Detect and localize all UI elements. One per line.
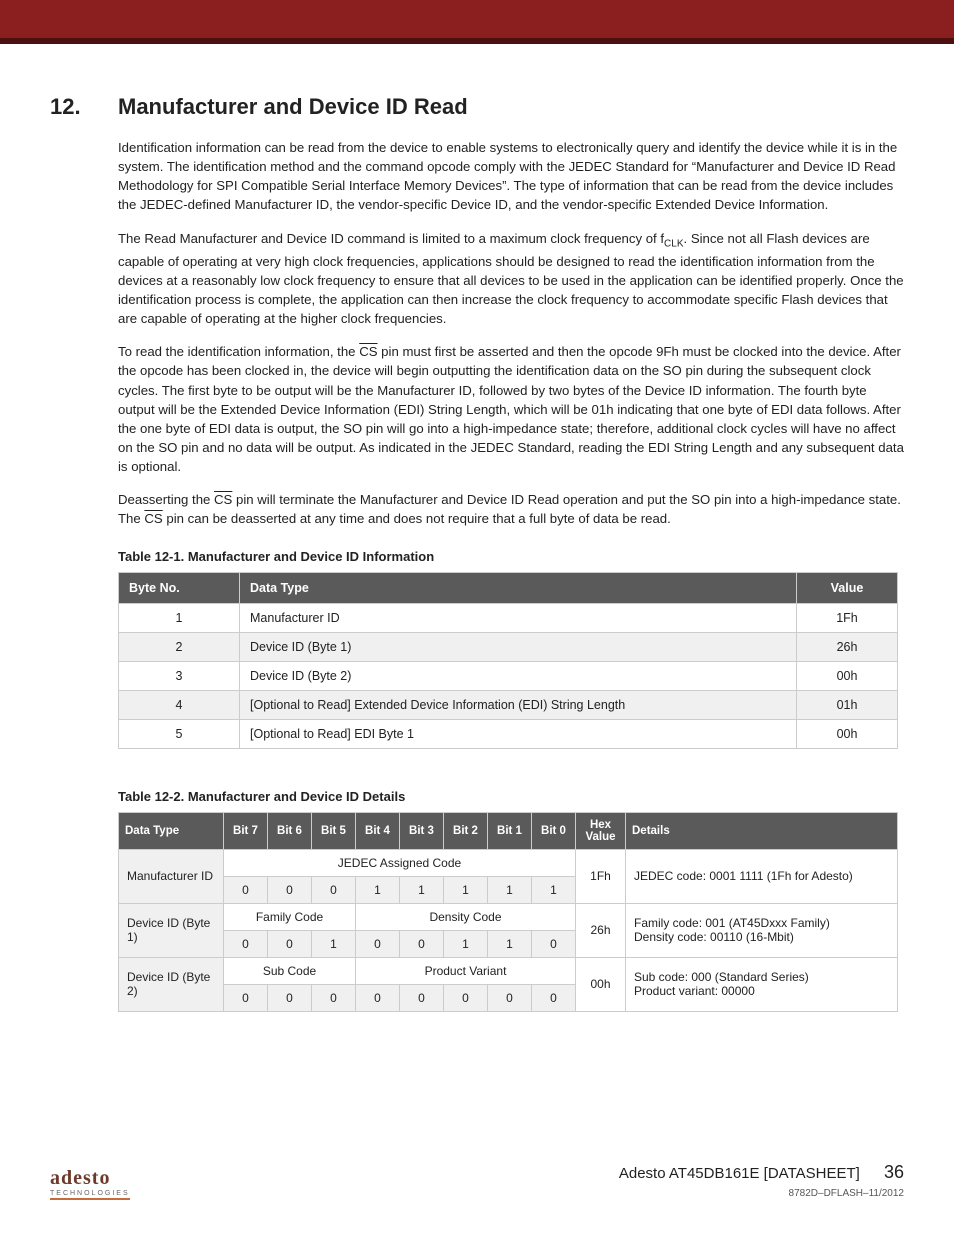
table-row: Device ID (Byte 2) Sub Code Product Vari… [119, 957, 898, 984]
t2-h-dt: Data Type [119, 812, 224, 849]
paragraph-4: Deasserting the CS pin will terminate th… [50, 490, 904, 528]
table-row: 1 Manufacturer ID 1Fh [119, 603, 898, 632]
table-row: Manufacturer ID JEDEC Assigned Code 1Fh … [119, 849, 898, 876]
section-title: Manufacturer and Device ID Read [118, 94, 468, 120]
t1-h-type: Data Type [240, 572, 797, 603]
t1-h-value: Value [797, 572, 898, 603]
adesto-logo: adesto [50, 1167, 130, 1190]
doc-id: 8782D–DFLASH–11/2012 [789, 1188, 904, 1199]
table-row: Device ID (Byte 1) Family Code Density C… [119, 903, 898, 930]
paragraph-3: To read the identification information, … [50, 342, 904, 476]
table-row: 4 [Optional to Read] Extended Device Inf… [119, 690, 898, 719]
t1-h-byte: Byte No. [119, 572, 240, 603]
table-12-2: Data Type Bit 7 Bit 6 Bit 5 Bit 4 Bit 3 … [118, 812, 898, 1012]
table1-caption: Table 12-1. Manufacturer and Device ID I… [50, 549, 904, 564]
paragraph-2: The Read Manufacturer and Device ID comm… [50, 229, 904, 329]
page-footer: adesto TECHNOLOGIES Adesto AT45DB161E [D… [0, 1162, 954, 1230]
table-12-1: Byte No. Data Type Value 1 Manufacturer … [118, 572, 898, 749]
header-bar [0, 0, 954, 44]
footer-right: Adesto AT45DB161E [DATASHEET] 36 8782D–D… [619, 1162, 904, 1200]
doc-title: Adesto AT45DB161E [DATASHEET] [619, 1165, 860, 1182]
page-content: 12. Manufacturer and Device ID Read Iden… [0, 44, 954, 1042]
table-row: 2 Device ID (Byte 1) 26h [119, 632, 898, 661]
page-number: 36 [884, 1162, 904, 1182]
table-row: 5 [Optional to Read] EDI Byte 1 00h [119, 719, 898, 748]
logo-block: adesto TECHNOLOGIES [50, 1167, 130, 1200]
section-number: 12. [50, 94, 90, 120]
logo-subtext: TECHNOLOGIES [50, 1190, 130, 1200]
table2-caption: Table 12-2. Manufacturer and Device ID D… [50, 789, 904, 804]
paragraph-1: Identification information can be read f… [50, 138, 904, 215]
section-heading: 12. Manufacturer and Device ID Read [50, 94, 904, 120]
table-row: 3 Device ID (Byte 2) 00h [119, 661, 898, 690]
